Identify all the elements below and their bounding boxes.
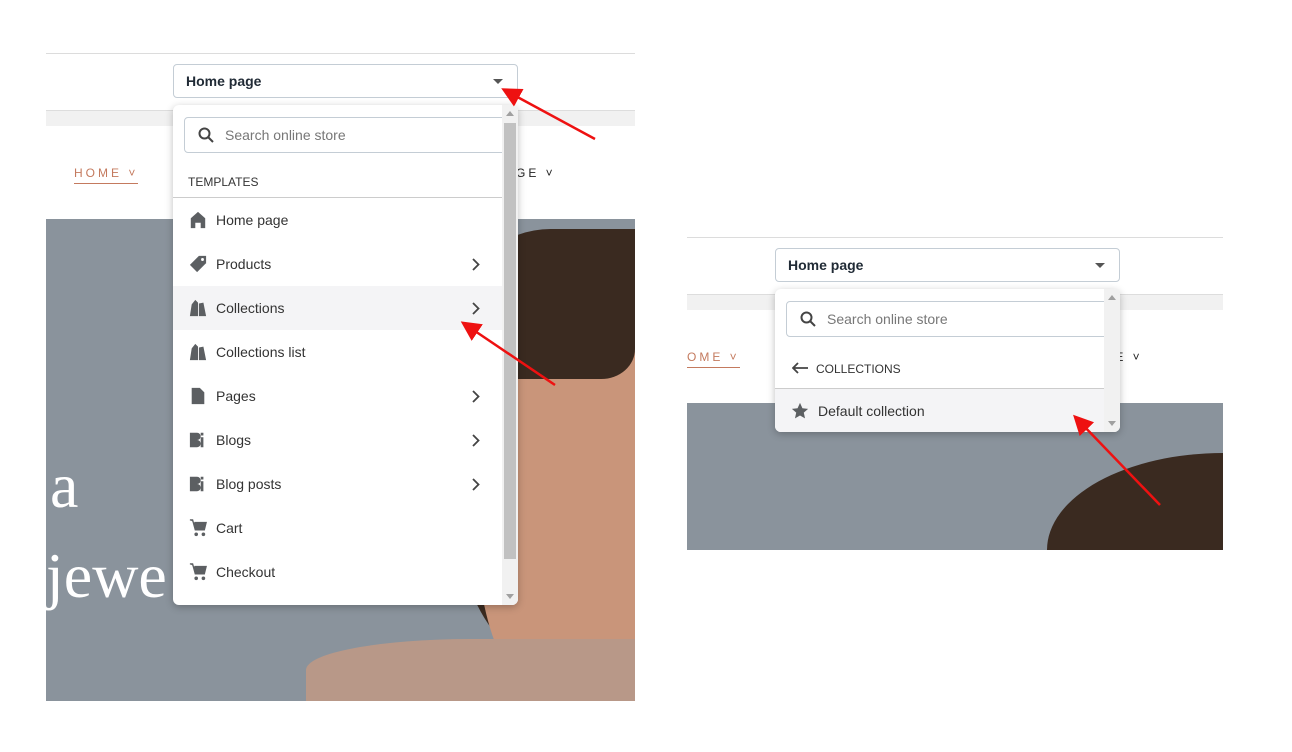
annotation-arrow — [460, 321, 556, 387]
annotation-arrow — [501, 88, 596, 141]
annotation-arrow — [1073, 414, 1161, 506]
annotation-arrows — [460, 88, 1161, 506]
